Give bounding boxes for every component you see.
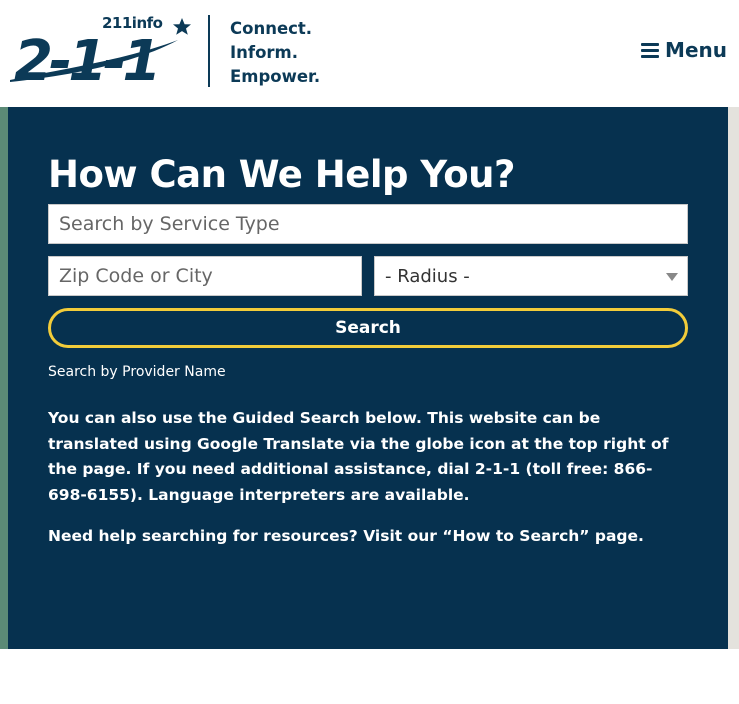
logo-211[interactable]: 2-1-1 — [6, 14, 192, 86]
help-paragraph: Need help searching for resources? Visit… — [48, 524, 688, 548]
brand-number: 2-1-1 — [14, 29, 157, 86]
radius-value: - Radius - — [385, 265, 470, 287]
service-type-input[interactable]: Search by Service Type — [48, 204, 688, 244]
right-edge-strip — [728, 107, 739, 649]
radius-select[interactable]: - Radius - — [374, 256, 688, 296]
brand-small-text: 211info — [102, 14, 163, 32]
hamburger-icon — [641, 42, 660, 58]
tagline: Connect. Inform. Empower. — [230, 17, 320, 89]
search-by-provider-link[interactable]: Search by Provider Name — [48, 364, 226, 380]
tagline-line-3: Empower. — [230, 67, 321, 86]
page-title: How Can We Help You? — [48, 153, 516, 196]
menu-button[interactable]: Menu — [641, 38, 727, 62]
tagline-line-2: Inform. — [230, 43, 298, 62]
left-accent-strip — [0, 107, 8, 649]
logo-graphic: 2-1-1 — [10, 18, 191, 86]
info-paragraph: You can also use the Guided Search below… — [48, 409, 669, 504]
site-header: 2-1-1 211info Connect. Inform. Empower. … — [0, 0, 739, 107]
search-panel: How Can We Help You? Search by Service T… — [8, 107, 728, 649]
caret-down-icon — [666, 273, 678, 281]
help-suffix: page. — [589, 527, 644, 545]
tagline-line-1: Connect. — [230, 19, 313, 38]
help-prefix: Need help searching for resources? Visit… — [48, 527, 443, 545]
zip-city-input[interactable]: Zip Code or City — [48, 256, 362, 296]
menu-label: Menu — [665, 38, 727, 62]
search-button[interactable]: Search — [48, 308, 688, 348]
header-divider — [208, 15, 210, 87]
how-to-search-link[interactable]: “How to Search” — [442, 527, 589, 545]
star-icon — [173, 18, 191, 35]
